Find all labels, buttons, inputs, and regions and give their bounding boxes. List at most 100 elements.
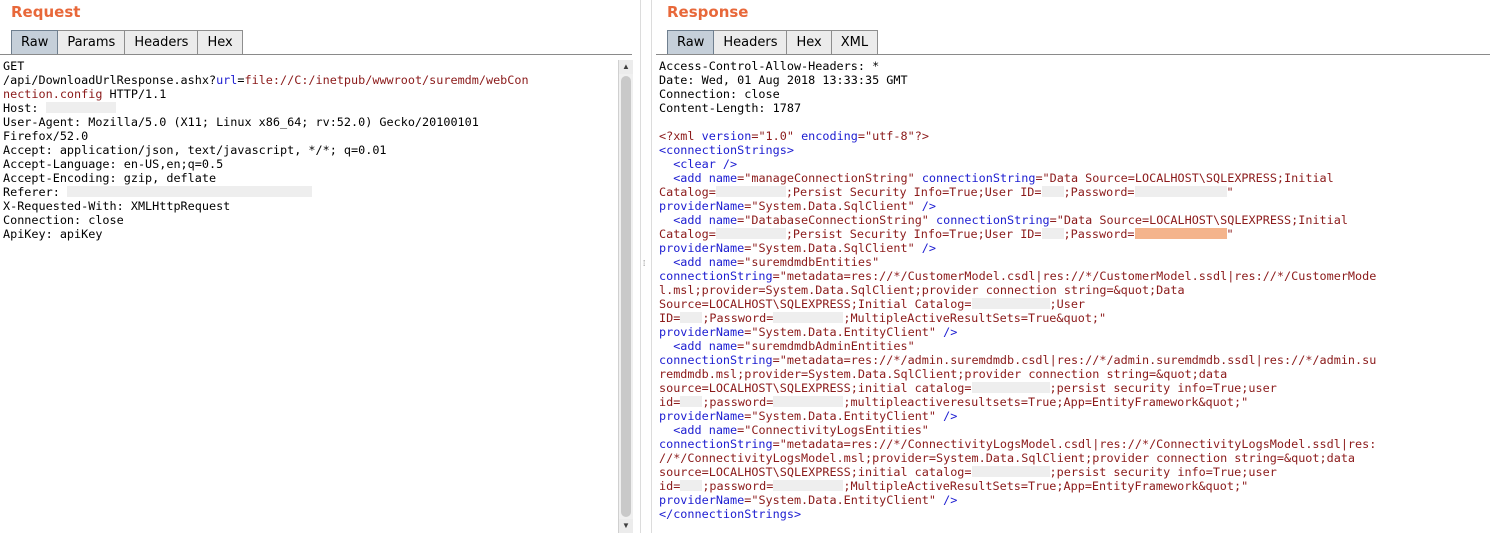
code-token: " [1226,185,1234,199]
scroll-up-arrow-icon[interactable]: ▲ [619,60,633,74]
code-token: file://C:/inetpub/wwwroot/suremdm/webCon [244,73,529,87]
response-line: remdmdb.msl;provider=System.Data.SqlClie… [659,367,1490,381]
request-tab-raw[interactable]: Raw [11,30,59,54]
code-token: = [237,73,245,87]
redacted-value [971,466,1050,477]
scroll-thumb[interactable] [621,76,631,517]
response-line: Source=LOCALHOST\SQLEXPRESS;Initial Cata… [659,297,1490,311]
response-line: source=LOCALHOST\SQLEXPRESS;initial cata… [659,465,1490,479]
request-tabs: Raw Params Headers Hex [11,30,243,55]
code-token: ="ConnectivityLogsEntities" [737,423,929,437]
redacted-value [773,396,844,407]
code-token: Host: [3,101,46,115]
code-token: ="suremdmdbAdminEntities" [737,339,915,353]
code-token: ;User [1049,297,1086,311]
redacted-value [1041,228,1064,239]
response-line: Catalog= ;Persist Security Info=True;User… [659,185,1490,199]
redacted-value [1041,186,1064,197]
code-token: ;MultipleActiveResultSets=True;App=Entit… [843,479,1249,493]
response-line: //*/ConnectivityLogsModel.msl;provider=S… [659,451,1490,465]
response-line: Connection: close [659,87,1490,101]
redacted-value [971,382,1050,393]
scroll-down-arrow-icon[interactable]: ▼ [619,519,633,533]
code-token: ="System.Data.SqlClient" [744,199,922,213]
code-token: ;Persist Security Info=True;User ID= [785,185,1042,199]
response-tab-raw[interactable]: Raw [667,30,715,54]
response-line: id= ;password= ;multipleactiveresultsets=T… [659,395,1490,409]
code-token: remdmdb.msl;provider=System.Data.SqlClie… [659,367,1228,381]
code-token: User-Agent: Mozilla/5.0 (X11; Linux x86_… [3,115,479,129]
code-token: ="manageConnectionString" [737,171,922,185]
code-token: connectionString [936,213,1050,227]
code-token: connectionString [659,269,773,283]
code-token: providerName [659,409,745,423]
redacted-value [680,396,703,407]
request-line: Accept-Language: en-US,en;q=0.5 [3,157,615,171]
request-line: ApiKey: apiKey [3,227,615,241]
code-token: Connection: close [659,87,780,101]
request-tab-hex[interactable]: Hex [198,30,243,54]
response-line: providerName="System.Data.EntityClient" … [659,409,1490,423]
redacted-value [66,186,312,197]
response-tab-hex[interactable]: Hex [787,30,832,54]
response-line: </connectionStrings> [659,507,1490,521]
response-line: <add name="DatabaseConnectionString" con… [659,213,1490,227]
code-token: HTTP/1.1 [102,87,167,101]
code-token: Accept: application/json, text/javascrip… [3,143,387,157]
code-token: ?> [914,129,929,143]
response-tabs: Raw Headers Hex XML [667,30,879,55]
code-token: ="System.Data.EntityClient" [744,493,944,507]
request-editor[interactable]: GET/api/DownloadUrlResponse.ashx?url=fil… [3,59,615,533]
code-token: <connectionStrings> [659,143,794,157]
code-token: url [216,73,238,87]
redacted-value [715,186,786,197]
redacted-value [971,298,1050,309]
code-token: name [708,423,738,437]
code-token: providerName [659,241,745,255]
response-line: <clear /> [659,157,1490,171]
response-line: ID= ;Password= ;MultipleActiveResultSets=T… [659,311,1490,325]
code-token: version [701,129,752,143]
code-token: ;MultipleActiveResultSets=True&quot;" [843,311,1107,325]
code-token: Date: Wed, 01 Aug 2018 13:33:35 GMT [659,73,908,87]
code-token: ;Password= [1063,185,1135,199]
code-token: Referer: [3,185,67,199]
code-token: <add [659,255,709,269]
redacted-value [1134,186,1227,197]
pane-splitter[interactable]: ⁞ [640,0,652,533]
code-token: <?xml [659,129,702,143]
code-token: ApiKey: apiKey [3,227,103,241]
code-token: source=LOCALHOST\SQLEXPRESS;initial cata… [659,465,972,479]
code-token: /api/DownloadUrlResponse.ashx? [3,73,217,87]
code-token: ;persist security info=True;user [1049,381,1277,395]
code-token: Accept-Encoding: gzip, deflate [3,171,217,185]
code-token: Content-Length: 1787 [659,101,802,115]
request-tab-params[interactable]: Params [58,30,126,54]
code-token: //*/ConnectivityLogsModel.msl;provider=S… [659,451,1356,465]
code-token: ="DatabaseConnectionString" [737,213,937,227]
response-tab-xml[interactable]: XML [831,30,879,54]
request-line: /api/DownloadUrlResponse.ashx?url=file:/… [3,73,615,87]
splitter-grip-icon: ⁞ [643,259,646,268]
code-token: ="System.Data.SqlClient" [744,241,922,255]
code-token: encoding [801,129,858,143]
response-editor[interactable]: Access-Control-Allow-Headers: * Date: Wed… [659,59,1490,533]
code-token: ="System.Data.EntityClient" [744,325,944,339]
response-line: <add name="suremdmdbAdminEntities" [659,339,1490,353]
response-line: connectionString="metadata=res://*/Custo… [659,269,1490,283]
code-token: connectionString [921,171,1036,185]
code-token: /> [921,241,937,255]
request-line: GET [3,59,615,73]
request-line: X-Requested-With: XMLHttpRequest [3,199,615,213]
response-line: Access-Control-Allow-Headers: * [659,59,1490,73]
response-line: Content-Length: 1787 [659,101,1490,115]
redacted-value [45,102,116,113]
code-token: ="Data Source=LOCALHOST\SQLEXPRESS;Initi… [1049,213,1348,227]
response-tab-headers[interactable]: Headers [714,30,788,54]
response-line: id= ;password= ;MultipleActiveResultSets=T… [659,479,1490,493]
request-scrollbar[interactable]: ▲ ▼ [618,60,633,533]
request-tab-headers[interactable]: Headers [125,30,199,54]
code-token: connectionString [659,437,773,451]
response-line: <?xml version="1.0" encoding="utf-8"?> [659,129,1490,143]
code-token: Firefox/52.0 [3,129,89,143]
